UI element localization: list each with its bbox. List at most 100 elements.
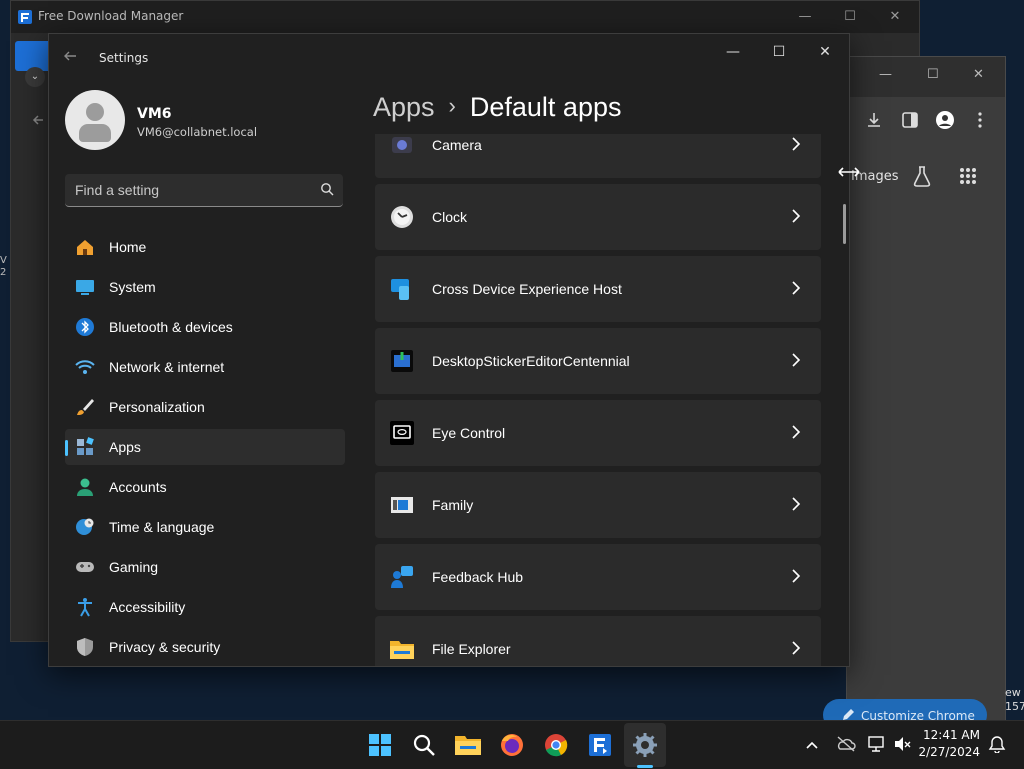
shield-icon (77, 638, 93, 656)
nav-item-gaming[interactable]: Gaming (65, 549, 345, 585)
family-icon (391, 497, 413, 513)
nav-item-label: System (109, 279, 156, 295)
chevron-right-icon (792, 641, 801, 655)
chevron-up-icon[interactable] (804, 737, 820, 753)
chevron-right-icon (792, 137, 801, 151)
settings-window: Settings — ☐ ✕ VM6 VM6@collabnet.local H… (48, 33, 850, 667)
onedrive-offline-icon[interactable] (836, 735, 856, 753)
partial-text-top: ew (1005, 686, 1021, 699)
fdm-maximize-button[interactable]: ☐ (840, 7, 860, 27)
nav-item-time-language[interactable]: Time & language (65, 509, 345, 545)
settings-minimize-button[interactable]: — (719, 42, 747, 62)
speaker-muted-icon[interactable] (893, 735, 911, 753)
partial-text-bottom: 157 (1005, 700, 1024, 713)
free-download-manager-icon[interactable] (584, 729, 616, 761)
nav-item-label: Bluetooth & devices (109, 319, 233, 335)
home-icon (77, 240, 93, 255)
settings-close-button[interactable]: ✕ (811, 42, 839, 62)
chevron-right-icon (792, 209, 801, 223)
fdm-app-icon (18, 10, 32, 24)
accounts-icon (77, 478, 93, 496)
fdm-minimize-button[interactable]: — (795, 7, 815, 27)
app-row-label: Eye Control (432, 425, 506, 441)
app-row-clock[interactable]: Clock (375, 184, 821, 250)
app-row-cross-device[interactable]: Cross Device Experience Host (375, 256, 821, 322)
chevron-right-icon (792, 281, 801, 295)
apps-icon (77, 437, 94, 455)
selected-indicator (65, 440, 68, 456)
nav-item-label: Time & language (109, 519, 215, 535)
camera-icon (392, 137, 412, 153)
labs-flask-icon[interactable] (911, 165, 933, 187)
app-row-label: Feedback Hub (432, 569, 524, 585)
apps-grid-icon[interactable] (959, 167, 977, 185)
nav-item-label: Gaming (109, 559, 159, 575)
app-row-eye-control[interactable]: Eye Control (375, 400, 821, 466)
nav-item-home[interactable]: Home (65, 229, 345, 265)
user-avatar[interactable] (65, 90, 125, 150)
app-row-desktop-sticker-editor[interactable]: DesktopStickerEditorCentennial (375, 328, 821, 394)
app-row-family[interactable]: Family (375, 472, 821, 538)
find-setting-input[interactable] (65, 174, 317, 206)
fdm-chevron-down-icon[interactable]: ⌄ (25, 67, 45, 87)
fdm-title-bar[interactable]: Free Download Manager — ☐ ✕ (11, 1, 919, 33)
side-panel-icon[interactable] (902, 112, 918, 128)
app-row-label: Camera (432, 137, 482, 153)
nav-item-label: Network & internet (109, 359, 225, 375)
nav-item-personalization[interactable]: Personalization (65, 389, 345, 425)
app-row-label: Family (432, 497, 474, 513)
nav-item-label: Privacy & security (109, 639, 221, 655)
app-row-file-explorer[interactable]: File Explorer (375, 616, 821, 666)
app-row-feedback-hub[interactable]: Feedback Hub (375, 544, 821, 610)
nav-item-system[interactable]: System (65, 269, 345, 305)
app-row-label: File Explorer (432, 641, 511, 657)
search-icon[interactable] (408, 729, 440, 761)
chrome-icon[interactable] (540, 729, 572, 761)
nav-item-accessibility[interactable]: Accessibility (65, 589, 345, 625)
settings-gear-icon[interactable] (629, 729, 661, 761)
find-setting-search-box[interactable] (65, 174, 343, 207)
search-icon[interactable] (319, 181, 335, 197)
nav-item-apps[interactable]: Apps (65, 429, 345, 465)
fdm-back-arrow-icon[interactable] (31, 113, 45, 127)
windows-start-icon[interactable] (364, 729, 396, 761)
page-title: Default apps (469, 92, 622, 122)
settings-window-title: Settings (99, 51, 149, 65)
chrome-toolbar (847, 97, 1005, 145)
chrome-close-button[interactable]: ✕ (973, 67, 984, 82)
app-row-camera[interactable]: Camera (375, 134, 821, 178)
fdm-window-title: Free Download Manager (38, 9, 184, 23)
partial-background-text: ew 157 (1005, 686, 1024, 714)
nav-item-network[interactable]: Network & internet (65, 349, 345, 385)
settings-maximize-button[interactable]: ☐ (765, 42, 793, 62)
eye-control-icon (390, 421, 414, 445)
fdm-close-button[interactable]: ✕ (885, 7, 905, 27)
more-menu-icon[interactable] (977, 112, 983, 128)
sticker-editor-icon (391, 350, 413, 372)
clock-time[interactable]: 12:41 AM (920, 728, 980, 742)
back-arrow-icon[interactable] (63, 49, 83, 69)
nav-item-label: Apps (109, 439, 141, 455)
chrome-minimize-button[interactable]: — (879, 67, 892, 82)
profile-avatar-icon[interactable] (935, 110, 955, 130)
chrome-maximize-button[interactable]: ☐ (927, 67, 939, 82)
nav-item-label: Accounts (109, 479, 167, 495)
nav-item-accounts[interactable]: Accounts (65, 469, 345, 505)
clock-date[interactable]: 2/27/2024 (912, 745, 980, 759)
download-icon[interactable] (865, 111, 883, 129)
chevron-right-icon (792, 497, 801, 511)
breadcrumb-separator: › (448, 93, 456, 118)
globe-clock-icon (76, 518, 94, 535)
chrome-title-bar[interactable]: — ☐ ✕ (847, 57, 1005, 97)
notification-bell-icon[interactable] (988, 735, 1006, 753)
file-explorer-icon[interactable] (452, 729, 484, 761)
firefox-icon[interactable] (496, 729, 528, 761)
user-email: VM6@collabnet.local (137, 125, 258, 139)
nav-item-bluetooth[interactable]: Bluetooth & devices (65, 309, 345, 345)
app-row-label: DesktopStickerEditorCentennial (432, 353, 630, 369)
brush-icon (77, 399, 94, 415)
network-monitor-icon[interactable] (868, 735, 886, 753)
nav-item-privacy-security[interactable]: Privacy & security (65, 629, 345, 665)
scrollbar-thumb[interactable] (843, 204, 846, 244)
breadcrumb-apps-link[interactable]: Apps (373, 92, 435, 122)
